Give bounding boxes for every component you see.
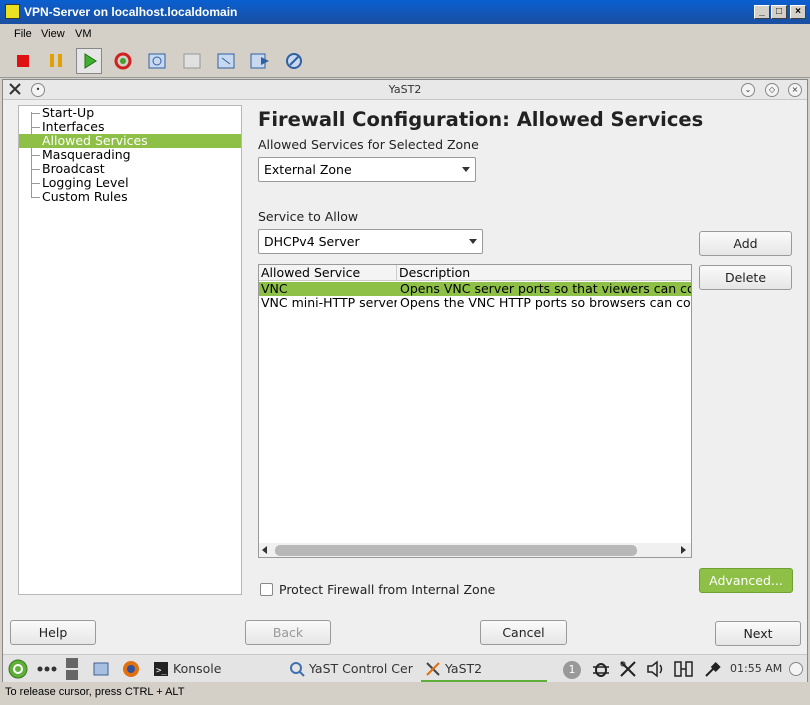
- vm-window-title: VPN-Server on localhost.localdomain: [24, 5, 238, 19]
- help-button[interactable]: Help: [10, 620, 96, 645]
- more-icon[interactable]: [37, 660, 57, 678]
- snapshot-icon[interactable]: [144, 48, 170, 74]
- delete-button[interactable]: Delete: [699, 265, 792, 290]
- vm-toolbar: [0, 44, 810, 78]
- settings-icon[interactable]: [281, 48, 307, 74]
- pause-icon[interactable]: [43, 48, 69, 74]
- service-label: Service to Allow: [258, 209, 359, 224]
- table-row[interactable]: VNC mini-HTTP server Opens the VNC HTTP …: [259, 296, 691, 310]
- next-button[interactable]: Next: [715, 621, 801, 646]
- taskbar: >_ Konsole YaST Control Cer YaST2 1 01:5…: [3, 654, 807, 682]
- cancel-button[interactable]: Cancel: [480, 620, 567, 645]
- clock[interactable]: 01:55 AM: [730, 662, 782, 675]
- vm-window-titlebar[interactable]: VPN-Server on localhost.localdomain _ □ …: [0, 0, 810, 24]
- stop-icon[interactable]: [10, 48, 36, 74]
- snapshot-manager-icon[interactable]: [213, 48, 239, 74]
- power-plug-icon[interactable]: [703, 659, 723, 679]
- scroll-left-icon[interactable]: [262, 546, 267, 554]
- menu-file[interactable]: File: [14, 28, 32, 40]
- zone-label: Allowed Services for Selected Zone: [258, 137, 479, 152]
- tree-item-custom-rules[interactable]: Custom Rules: [19, 190, 241, 204]
- send-keys-icon[interactable]: [247, 48, 273, 74]
- revert-snapshot-icon[interactable]: [179, 48, 205, 74]
- close-window-icon[interactable]: ×: [788, 83, 802, 97]
- column-header-description[interactable]: Description: [397, 265, 691, 281]
- volume-icon[interactable]: [646, 659, 666, 679]
- cell-description: Opens VNC server ports so that viewers c…: [400, 282, 691, 296]
- cell-service: VNC mini-HTTP server: [261, 296, 397, 310]
- column-header-allowed-service[interactable]: Allowed Service: [259, 265, 397, 281]
- tree-item-masquerading[interactable]: Masquerading: [19, 148, 241, 162]
- firefox-icon[interactable]: [122, 660, 140, 678]
- svg-text:>_: >_: [156, 666, 167, 676]
- back-button[interactable]: Back: [245, 620, 331, 645]
- chevron-down-icon: [469, 239, 477, 244]
- file-manager-icon[interactable]: [92, 660, 110, 678]
- page-title: Firewall Configuration: Allowed Services: [258, 108, 704, 131]
- horizontal-scrollbar[interactable]: [259, 543, 691, 557]
- konsole-icon: >_: [152, 660, 170, 678]
- tree-item-start-up[interactable]: Start-Up: [19, 106, 241, 120]
- yast-titlebar[interactable]: • YaST2 ⌄ ◇ ×: [3, 80, 807, 100]
- tree-item-broadcast[interactable]: Broadcast: [19, 162, 241, 176]
- network-icon[interactable]: [673, 659, 695, 679]
- task-yast-control-center[interactable]: YaST Control Cer: [309, 661, 413, 676]
- show-desktop-icon[interactable]: [789, 662, 803, 676]
- maximize-window-icon[interactable]: ◇: [765, 83, 779, 97]
- play-icon[interactable]: [76, 48, 102, 74]
- minimize-window-icon[interactable]: ⌄: [741, 83, 755, 97]
- maximize-icon[interactable]: □: [771, 5, 787, 19]
- tools-icon[interactable]: [618, 659, 638, 679]
- add-button[interactable]: Add: [699, 231, 792, 256]
- menu-vm[interactable]: VM: [75, 28, 92, 40]
- allowed-services-table[interactable]: Allowed Service Description VNC Opens VN…: [258, 264, 692, 558]
- service-select[interactable]: DHCPv4 Server: [258, 229, 483, 254]
- protect-firewall-checkbox[interactable]: [260, 583, 273, 596]
- desktop-switcher-icon[interactable]: [65, 657, 79, 681]
- task-konsole[interactable]: Konsole: [173, 661, 221, 676]
- zone-select[interactable]: External Zone: [258, 157, 476, 182]
- minimize-icon[interactable]: _: [754, 5, 770, 19]
- navigation-tree: Start-Up Interfaces Allowed Services Mas…: [18, 105, 242, 595]
- vm-statusbar: To release cursor, press CTRL + ALT: [0, 682, 810, 705]
- scroll-right-icon[interactable]: [681, 546, 686, 554]
- start-menu-icon[interactable]: [8, 659, 28, 679]
- chevron-down-icon: [462, 167, 470, 172]
- vm-menubar: File View VM: [0, 24, 810, 44]
- cell-description: Opens the VNC HTTP ports so browsers can…: [400, 296, 691, 310]
- yast-control-center-icon: [288, 660, 306, 678]
- guest-display[interactable]: • YaST2 ⌄ ◇ × Start-Up Interfaces Allowe…: [2, 79, 808, 682]
- notifications-badge[interactable]: 1: [563, 661, 581, 679]
- table-row[interactable]: VNC Opens VNC server ports so that viewe…: [259, 282, 691, 296]
- protect-firewall-label: Protect Firewall from Internal Zone: [279, 582, 496, 597]
- yast2-task-icon: [424, 660, 442, 678]
- zone-select-value: External Zone: [264, 162, 352, 177]
- scrollbar-thumb[interactable]: [275, 545, 637, 556]
- tree-item-logging-level[interactable]: Logging Level: [19, 176, 241, 190]
- task-yast2[interactable]: YaST2: [445, 661, 482, 676]
- yast-window-title: YaST2: [388, 83, 422, 96]
- close-icon[interactable]: ×: [790, 5, 806, 19]
- bug-icon[interactable]: [591, 659, 611, 679]
- status-text: To release cursor, press CTRL + ALT: [5, 686, 185, 698]
- service-select-value: DHCPv4 Server: [264, 234, 360, 249]
- reset-icon[interactable]: [110, 48, 136, 74]
- vm-app-icon: [5, 4, 20, 19]
- advanced-button[interactable]: Advanced...: [699, 568, 793, 593]
- menu-view[interactable]: View: [41, 28, 65, 40]
- tree-item-allowed-services[interactable]: Allowed Services: [19, 134, 241, 148]
- tree-item-interfaces[interactable]: Interfaces: [19, 120, 241, 134]
- cell-service: VNC: [261, 282, 288, 296]
